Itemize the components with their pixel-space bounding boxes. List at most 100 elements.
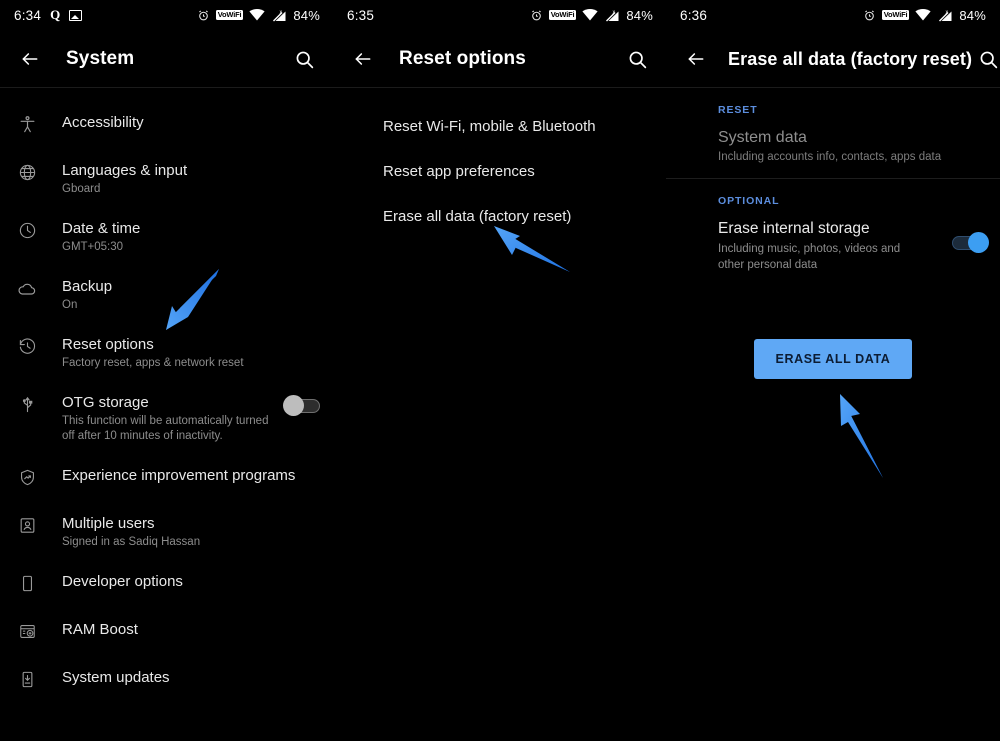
reset-item-app-preferences[interactable]: Reset app preferences <box>333 149 667 194</box>
row-text: Developer options <box>62 572 320 591</box>
row-title: System updates <box>62 669 170 686</box>
sidebar-item-system-updates[interactable]: System updates <box>0 657 334 705</box>
search-icon[interactable] <box>972 43 1000 75</box>
status-bar-right: VoWiFi x 84% <box>530 8 653 23</box>
row-text: RAM Boost <box>62 620 320 639</box>
row-subtitle: Factory reset, apps & network reset <box>62 357 244 369</box>
reset-section: RESET System data Including accounts inf… <box>666 88 1000 179</box>
status-time: 6:35 <box>347 7 375 23</box>
page-title: System <box>66 48 135 69</box>
toggle-knob <box>968 232 989 253</box>
row-title: Experience improvement programs <box>62 467 296 484</box>
page-title: Erase all data (factory reset) <box>728 48 973 69</box>
status-bar-right: VoWiFi x 84% <box>197 8 320 23</box>
battery-percent: 84% <box>959 7 986 23</box>
accessibility-icon <box>14 113 40 134</box>
phone-icon <box>14 572 40 593</box>
row-subtitle: This function will be automatically turn… <box>62 415 269 442</box>
status-bar-left: 6:34 Q <box>14 7 83 23</box>
erase-internal-storage-subtitle: Including music, photos, videos and othe… <box>718 243 901 271</box>
status-bar-left: 6:35 <box>347 8 374 23</box>
cloud-icon <box>14 277 40 299</box>
signal-icon: x <box>271 9 287 22</box>
sidebar-item-developer-options[interactable]: Developer options <box>0 561 334 609</box>
search-icon[interactable] <box>288 43 320 75</box>
system-data-title: System data <box>718 129 807 146</box>
row-subtitle: On <box>62 299 78 311</box>
clock-icon <box>14 219 40 240</box>
row-text: Multiple users Signed in as Sadiq Hassan <box>62 514 320 550</box>
history-restore-icon <box>14 335 40 356</box>
app-bar-divider <box>0 87 334 88</box>
sidebar-item-otg-storage[interactable]: OTG storage This function will be automa… <box>0 382 334 455</box>
row-text: Date & time GMT+05:30 <box>62 219 320 255</box>
sidebar-item-multiple-users[interactable]: Multiple users Signed in as Sadiq Hassan <box>0 503 334 561</box>
toggle-knob <box>283 395 304 416</box>
app-bar-erase-all-data: Erase all data (factory reset) <box>666 30 1000 88</box>
row-title: Reset options <box>62 336 154 353</box>
app-bar-system: System <box>0 30 334 88</box>
sidebar-item-date-time[interactable]: Date & time GMT+05:30 <box>0 208 334 266</box>
row-title: OTG storage <box>62 394 149 411</box>
search-icon[interactable] <box>621 43 653 75</box>
row-subtitle: GMT+05:30 <box>62 241 124 253</box>
row-text: Erase internal storage Including music, … <box>718 218 952 273</box>
sidebar-item-languages-input[interactable]: Languages & input Gboard <box>0 150 334 208</box>
screenshot-stage: 6:34 Q VoWiFi x 84% System Accessibility… <box>0 0 1000 741</box>
back-arrow-icon[interactable] <box>14 43 46 75</box>
erase-button-container: ERASE ALL DATA <box>666 287 1000 379</box>
reset-item-erase-all-data[interactable]: Erase all data (factory reset) <box>333 194 667 239</box>
status-bar-left: 6:36 <box>680 8 707 23</box>
status-bar: 6:36 VoWiFi x 84% <box>666 0 1000 30</box>
row-text: System updates <box>62 668 320 687</box>
erase-all-data-button[interactable]: ERASE ALL DATA <box>753 339 913 379</box>
optional-section: OPTIONAL Erase internal storage Includin… <box>666 179 1000 287</box>
page-title: Reset options <box>399 48 526 69</box>
status-time: 6:36 <box>680 7 708 23</box>
sidebar-item-ram-boost[interactable]: RAM Boost <box>0 609 334 657</box>
reset-item-network[interactable]: Reset Wi-Fi, mobile & Bluetooth <box>333 104 667 149</box>
erase-internal-storage-title: Erase internal storage <box>718 220 870 237</box>
app-bar-reset-options: Reset options <box>333 30 667 88</box>
svg-text:x: x <box>280 9 283 15</box>
row-title: Accessibility <box>62 114 144 131</box>
back-arrow-icon[interactable] <box>680 43 712 75</box>
alarm-icon <box>863 9 876 22</box>
system-data-subtitle: Including accounts info, contacts, apps … <box>718 151 942 163</box>
battery-percent: 84% <box>293 7 320 23</box>
vowifi-icon: VoWiFi <box>881 10 910 20</box>
otg-storage-toggle[interactable] <box>283 395 320 416</box>
app-bar-divider <box>333 87 667 88</box>
row-text: OTG storage This function will be automa… <box>62 393 278 444</box>
usb-icon <box>14 393 40 414</box>
row-control <box>283 393 320 416</box>
status-bar: 6:35 VoWiFi x 84% <box>333 0 667 30</box>
row-title: Languages & input <box>62 162 188 179</box>
alarm-icon <box>197 9 210 22</box>
svg-text:x: x <box>946 9 949 15</box>
vowifi-icon: VoWiFi <box>215 10 244 20</box>
back-arrow-icon[interactable] <box>347 43 379 75</box>
sidebar-item-backup[interactable]: Backup On <box>0 266 334 324</box>
erase-internal-storage-row[interactable]: Erase internal storage Including music, … <box>718 218 989 273</box>
alarm-icon <box>530 9 543 22</box>
reset-options-list: Reset Wi-Fi, mobile & Bluetooth Reset ap… <box>333 88 667 239</box>
row-text: Accessibility <box>62 113 320 132</box>
row-title: Multiple users <box>62 515 155 532</box>
row-text: Backup On <box>62 277 320 313</box>
status-bar: 6:34 Q VoWiFi x 84% <box>0 0 334 30</box>
row-title: RAM Boost <box>62 621 138 638</box>
sidebar-item-reset-options[interactable]: Reset options Factory reset, apps & netw… <box>0 324 334 382</box>
row-text: Experience improvement programs <box>62 466 320 485</box>
panel-system-settings: 6:34 Q VoWiFi x 84% System Accessibility… <box>0 0 334 741</box>
sidebar-item-experience-improvement-programs[interactable]: Experience improvement programs <box>0 455 334 503</box>
wifi-icon <box>249 9 265 21</box>
system-update-icon <box>14 668 40 689</box>
panel-erase-all-data: 6:36 VoWiFi x 84% Erase all data (factor… <box>666 0 1000 741</box>
svg-text:x: x <box>613 9 616 15</box>
row-title: Backup <box>62 278 113 295</box>
wifi-icon <box>915 9 931 21</box>
erase-internal-storage-toggle[interactable] <box>952 232 989 253</box>
row-subtitle: Signed in as Sadiq Hassan <box>62 536 201 548</box>
sidebar-item-accessibility[interactable]: Accessibility <box>0 102 334 150</box>
